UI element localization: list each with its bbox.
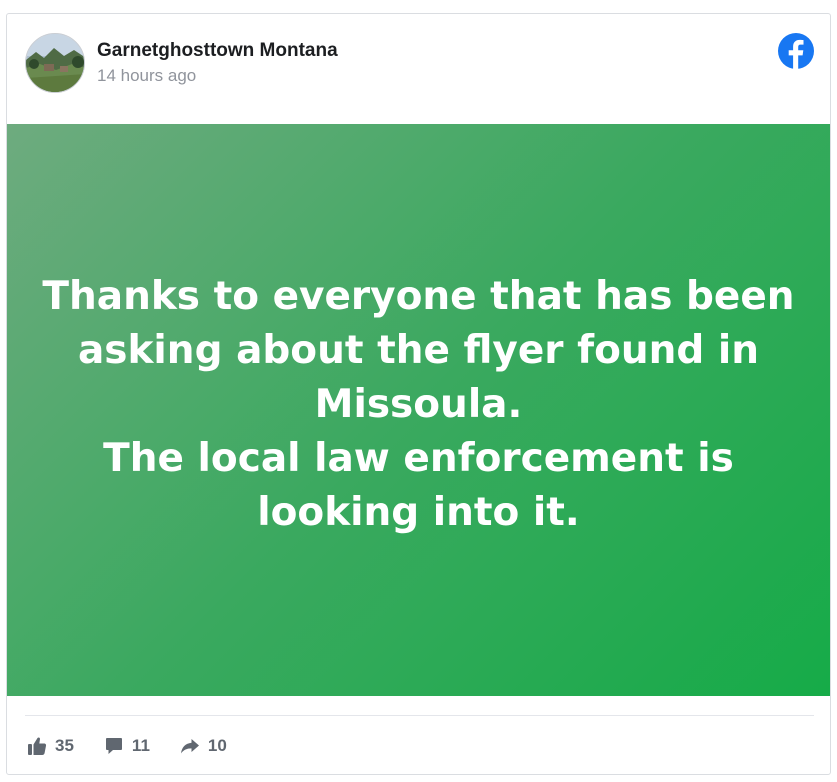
comment-stat[interactable]: 11 [104, 736, 150, 756]
author-name[interactable]: Garnetghosttown Montana [97, 40, 338, 62]
comment-icon [105, 738, 122, 754]
like-count: 35 [55, 736, 74, 755]
like-stat[interactable]: 35 [27, 736, 74, 756]
comment-count: 11 [131, 736, 150, 755]
post-background[interactable]: Thanks to everyone that has been asking … [7, 124, 830, 696]
facebook-icon[interactable] [778, 33, 814, 69]
share-count: 10 [207, 736, 227, 755]
thumbs-up-icon [28, 737, 47, 755]
post-stats: 35 11 10 [27, 734, 257, 758]
share-icon [180, 739, 199, 754]
post-header: Garnetghosttown Montana 14 hours ago [7, 14, 830, 124]
post-text: Thanks to everyone that has been asking … [42, 274, 795, 535]
avatar-photo [26, 34, 84, 92]
divider [25, 715, 814, 716]
facebook-post-embed: Garnetghosttown Montana 14 hours ago Tha… [6, 13, 831, 775]
share-stat[interactable]: 10 [180, 736, 227, 756]
post-timestamp[interactable]: 14 hours ago [97, 66, 196, 86]
author-avatar[interactable] [25, 33, 85, 93]
